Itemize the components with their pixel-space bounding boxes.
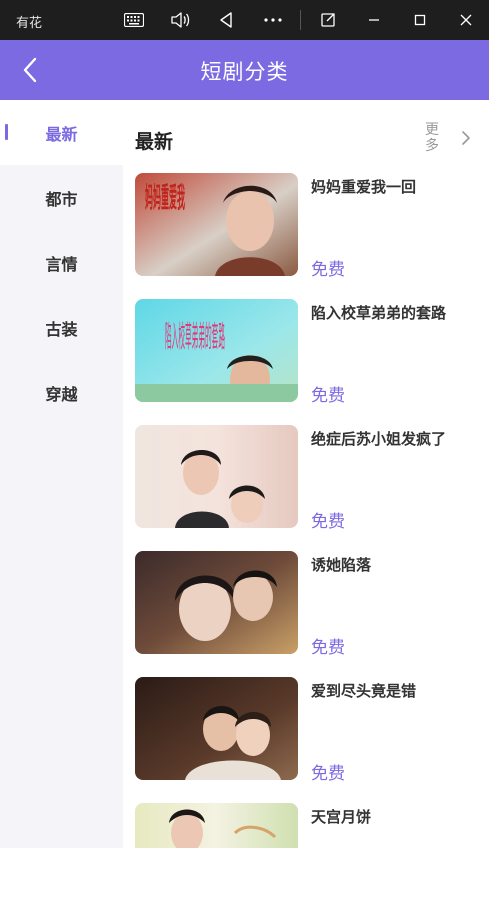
video-thumbnail[interactable]: 妈妈重爱我: [135, 173, 298, 276]
category-item-urban[interactable]: 都市: [0, 165, 123, 230]
popout-icon[interactable]: [310, 0, 346, 40]
video-card[interactable]: 诱她陷落 免费: [135, 551, 481, 658]
category-label: 最新: [45, 124, 78, 144]
back-triangle-icon[interactable]: [208, 0, 244, 40]
more-options-icon[interactable]: [255, 0, 291, 40]
price-label: 免费: [311, 386, 345, 406]
window-title: 有花: [16, 16, 43, 31]
video-thumbnail[interactable]: [135, 425, 298, 528]
video-thumbnail[interactable]: [135, 803, 298, 848]
video-title: 天宫月饼: [311, 808, 372, 826]
price-label: 免费: [311, 260, 345, 280]
poster-title: 妈妈重爱我: [145, 181, 185, 214]
category-item-time-travel[interactable]: 穿越: [0, 360, 123, 425]
video-card[interactable]: 天宫月饼: [135, 803, 481, 848]
minimize-icon[interactable]: [356, 0, 392, 40]
video-title: 诱她陷落: [311, 556, 372, 574]
video-thumbnail[interactable]: [135, 677, 298, 780]
category-label: 都市: [45, 189, 78, 209]
section-title: 最新: [135, 131, 174, 153]
window-titlebar: 有花: [0, 0, 489, 40]
video-card[interactable]: 绝症后苏小姐发疯了 免费: [135, 425, 481, 532]
active-indicator: [5, 124, 8, 140]
video-thumbnail[interactable]: 陷入校草弟弟的套路: [135, 299, 298, 402]
price-label: 免费: [311, 638, 345, 658]
video-card[interactable]: 陷入校草弟弟的套路 陷入校草弟弟的套路 免费: [135, 299, 481, 406]
category-label: 古装: [45, 319, 78, 339]
video-title: 绝症后苏小姐发疯了: [311, 430, 447, 448]
page-title: 短剧分类: [200, 60, 289, 84]
category-item-latest[interactable]: 最新: [0, 100, 123, 165]
video-title: 爱到尽头竟是错: [311, 682, 417, 700]
titlebar-divider: [300, 10, 301, 30]
video-thumbnail[interactable]: [135, 551, 298, 654]
category-item-romance[interactable]: 言情: [0, 230, 123, 295]
category-item-costume[interactable]: 古装: [0, 295, 123, 360]
poster-title: 陷入校草弟弟的套路: [165, 320, 225, 355]
video-card[interactable]: 爱到尽头竟是错 免费: [135, 677, 481, 784]
video-title: 陷入校草弟弟的套路: [311, 304, 447, 322]
more-label: 更多: [425, 122, 439, 154]
video-list-panel: 最新 更多 妈妈重爱我 妈妈重爱我一回 免费 陷入校草弟弟的套路 陷入校草弟弟的…: [123, 100, 489, 848]
maximize-icon[interactable]: [402, 0, 438, 40]
app-header: 短剧分类: [0, 40, 489, 100]
close-icon[interactable]: [448, 0, 484, 40]
chevron-right-icon: [462, 131, 470, 145]
bottom-blank-area: [0, 848, 489, 909]
price-label: 免费: [311, 764, 345, 784]
category-sidebar: 最新 都市 言情 古装 穿越: [0, 100, 123, 848]
volume-icon[interactable]: [162, 0, 198, 40]
category-label: 言情: [45, 254, 78, 274]
video-card[interactable]: 妈妈重爱我 妈妈重爱我一回 免费: [135, 173, 481, 280]
video-title: 妈妈重爱我一回: [311, 178, 417, 196]
price-label: 免费: [311, 512, 345, 532]
more-button[interactable]: 更多: [423, 122, 483, 156]
keyboard-icon[interactable]: [116, 0, 152, 40]
category-label: 穿越: [45, 384, 78, 404]
